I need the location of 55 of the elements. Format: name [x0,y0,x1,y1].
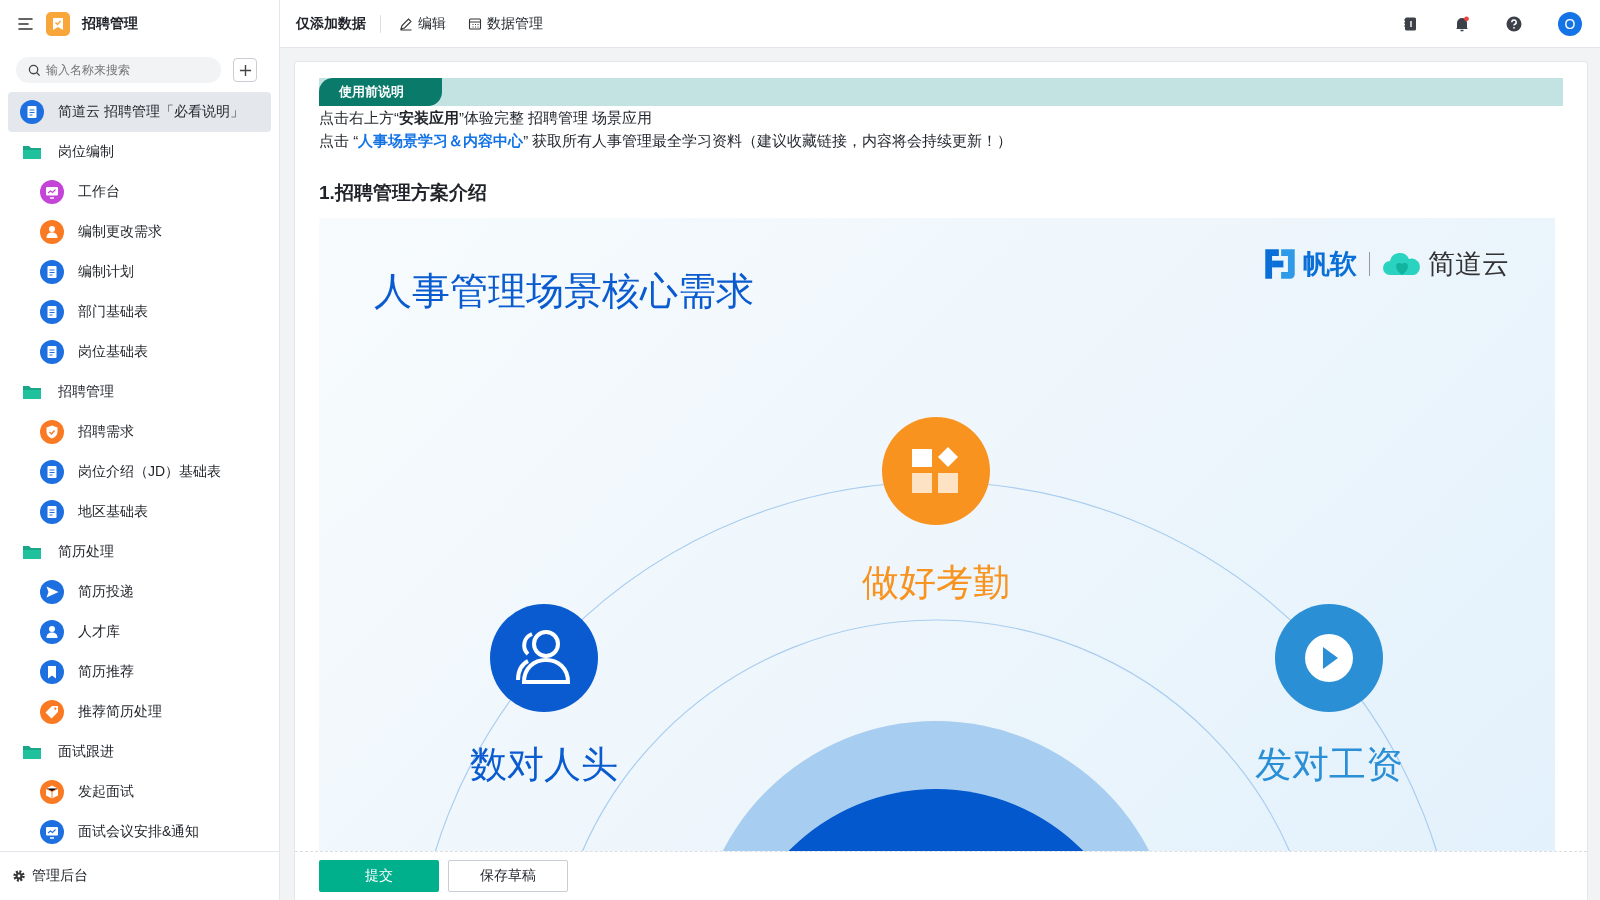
admin-label: 管理后台 [32,867,88,885]
learning-link[interactable]: 人事场景学习＆内容中心 [358,132,524,149]
sidebar-item[interactable]: 地区基础表 [8,492,271,532]
sidebar-item[interactable]: 面试会议安排&通知 [8,812,271,851]
notice-tag: 使用前说明 [319,78,442,106]
table-icon [468,16,482,31]
sidebar-item[interactable]: 编制更改需求 [8,212,271,252]
sidebar-item[interactable]: 工作台 [8,172,271,212]
node-label: 发对工资 [1255,743,1403,787]
logo-product: 简道云 [1428,248,1509,281]
learning-hint: 点击 “人事场景学习＆内容中心” 获取所有人事管理最全学习资料（建议收藏链接，内容将会持续更新！） [319,131,1014,151]
add-button[interactable] [233,58,257,82]
section-heading: 1.招聘管理方案介绍 [319,181,488,205]
node-label: 做好考勤 [862,561,1010,605]
toolbar-title: 仅添加数据 [296,14,366,33]
notebook-icon[interactable] [1402,15,1418,32]
user-avatar[interactable]: O [1558,11,1582,36]
logo-icon [1263,247,1297,281]
sidebar-item[interactable]: 简历投递 [8,572,271,612]
folder-item[interactable]: 岗位编制 [8,132,271,172]
install-hint: 点击右上方“安装应用”体验完整 招聘管理 场景应用 [319,108,654,128]
save-draft-button[interactable]: 保存草稿 [448,860,568,892]
data-manage-button[interactable]: 数据管理 [464,14,547,33]
logo-brand: 帆软 [1303,248,1357,281]
sidebar-item[interactable]: 岗位基础表 [8,332,271,372]
sidebar-item[interactable]: 推荐简历处理 [8,692,271,732]
edit-button[interactable]: 编辑 [395,14,450,33]
folder-item[interactable]: 面试跟进 [8,732,271,772]
app-title: 招聘管理 [82,15,138,33]
node-label: 数对人头 [470,743,618,787]
cloud-logo-icon [1382,251,1422,277]
folder-icon [22,544,42,560]
sidebar-item[interactable]: 编制计划 [8,252,271,292]
admin-link[interactable]: 管理后台 [0,851,279,900]
sidebar-item[interactable]: 简道云 招聘管理「必看说明」 [8,92,271,132]
folder-icon [22,144,42,160]
bell-icon[interactable] [1454,15,1470,32]
pencil-icon [399,16,413,31]
folder-icon [22,744,42,760]
gear-icon [12,869,26,883]
plus-icon [238,63,252,77]
infographic-title: 人事管理场景核心需求 [374,269,754,314]
search-field[interactable]: 输入名称来搜索 [16,57,221,83]
menu-icon[interactable] [18,17,34,31]
sidebar-item[interactable]: 部门基础表 [8,292,271,332]
folder-item[interactable]: 招聘管理 [8,372,271,412]
sidebar-item[interactable]: 岗位介绍（JD）基础表 [8,452,271,492]
sidebar-item[interactable]: 人才库 [8,612,271,652]
sidebar-item[interactable]: 简历推荐 [8,652,271,692]
sidebar-item[interactable]: 招聘需求 [8,412,271,452]
help-icon[interactable] [1506,15,1522,32]
folder-item[interactable]: 简历处理 [8,532,271,572]
sidebar-item[interactable]: 发起面试 [8,772,271,812]
app-logo-icon [46,12,70,36]
folder-icon [22,384,42,400]
